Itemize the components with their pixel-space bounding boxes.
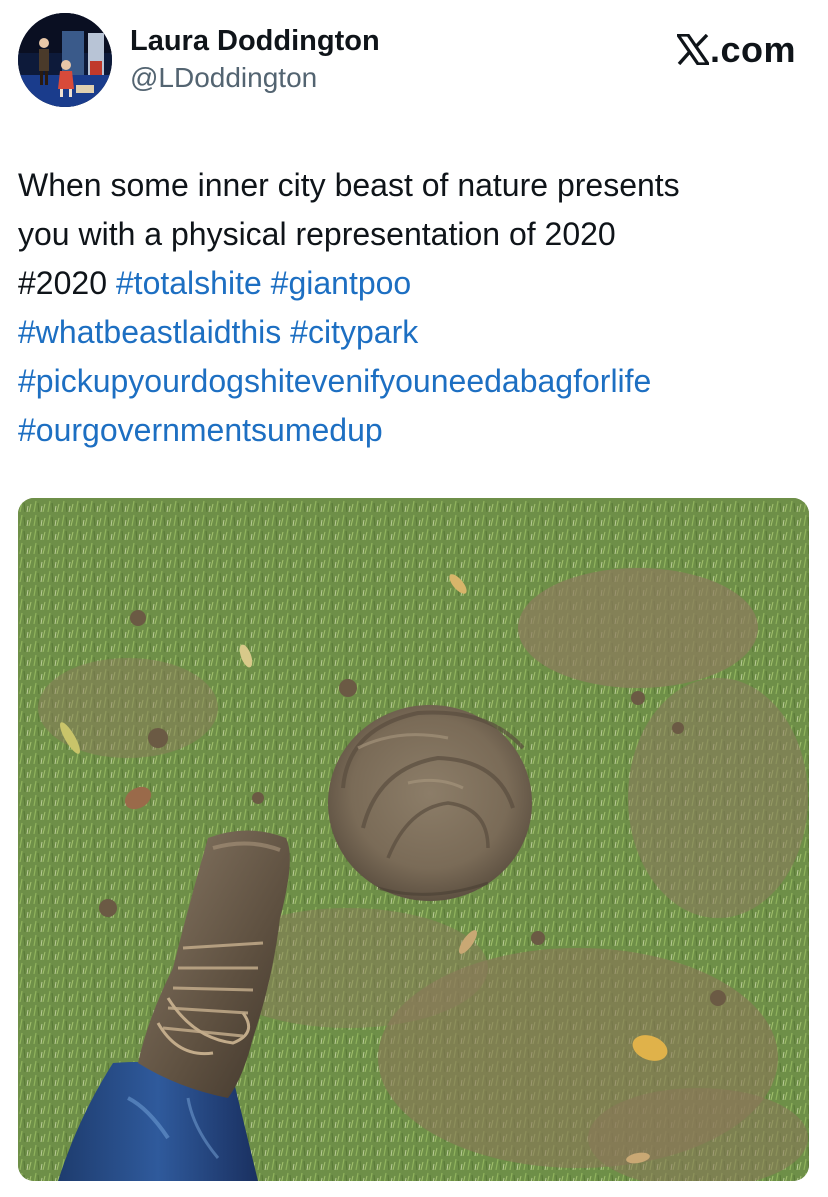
tweet-text-line: you with a physical representation of 20… — [18, 210, 808, 259]
tweet-text-line: #ourgovernmentsumedup — [18, 406, 808, 455]
tweet-text: When some inner city beast of nature pre… — [18, 161, 808, 455]
hashtag-link[interactable]: #citypark — [290, 314, 418, 350]
tweet-text-line: When some inner city beast of nature pre… — [18, 161, 808, 210]
tweet-text-line: #2020 #totalshite #giantpoo — [18, 259, 808, 308]
avatar-photo — [18, 13, 112, 107]
hashtag-link[interactable]: #whatbeastlaidthis — [18, 314, 281, 350]
hashtag-link[interactable]: #giantpoo — [271, 265, 412, 301]
photo-image — [18, 498, 809, 1181]
tweet-text-line: #whatbeastlaidthis #citypark — [18, 308, 808, 357]
tweet-text-segment: #2020 — [18, 265, 116, 301]
brand-domain: .com — [709, 29, 796, 70]
tweet-text-segment: When some inner city beast of nature pre… — [18, 167, 680, 203]
x-logo-icon — [674, 32, 712, 66]
tweet-header: Laura Doddington @LDoddington .com — [18, 13, 810, 109]
tweet-text-line: #pickupyourdogshitevenifyouneedabagforli… — [18, 357, 808, 406]
author-display-name[interactable]: Laura Doddington — [130, 23, 380, 59]
avatar[interactable] — [18, 13, 112, 107]
tweet-text-segment — [262, 265, 271, 301]
hashtag-link[interactable]: #pickupyourdogshitevenifyouneedabagforli… — [18, 363, 651, 399]
hashtag-link[interactable]: #ourgovernmentsumedup — [18, 412, 383, 448]
author-handle[interactable]: @LDoddington — [130, 61, 380, 95]
tweet-photo[interactable] — [18, 498, 809, 1181]
hashtag-link[interactable]: #totalshite — [116, 265, 262, 301]
x-dot-com-brand[interactable]: .com — [674, 29, 796, 71]
tweet-text-segment — [281, 314, 290, 350]
tweet-text-segment: you with a physical representation of 20… — [18, 216, 616, 252]
author-names: Laura Doddington @LDoddington — [130, 23, 380, 95]
